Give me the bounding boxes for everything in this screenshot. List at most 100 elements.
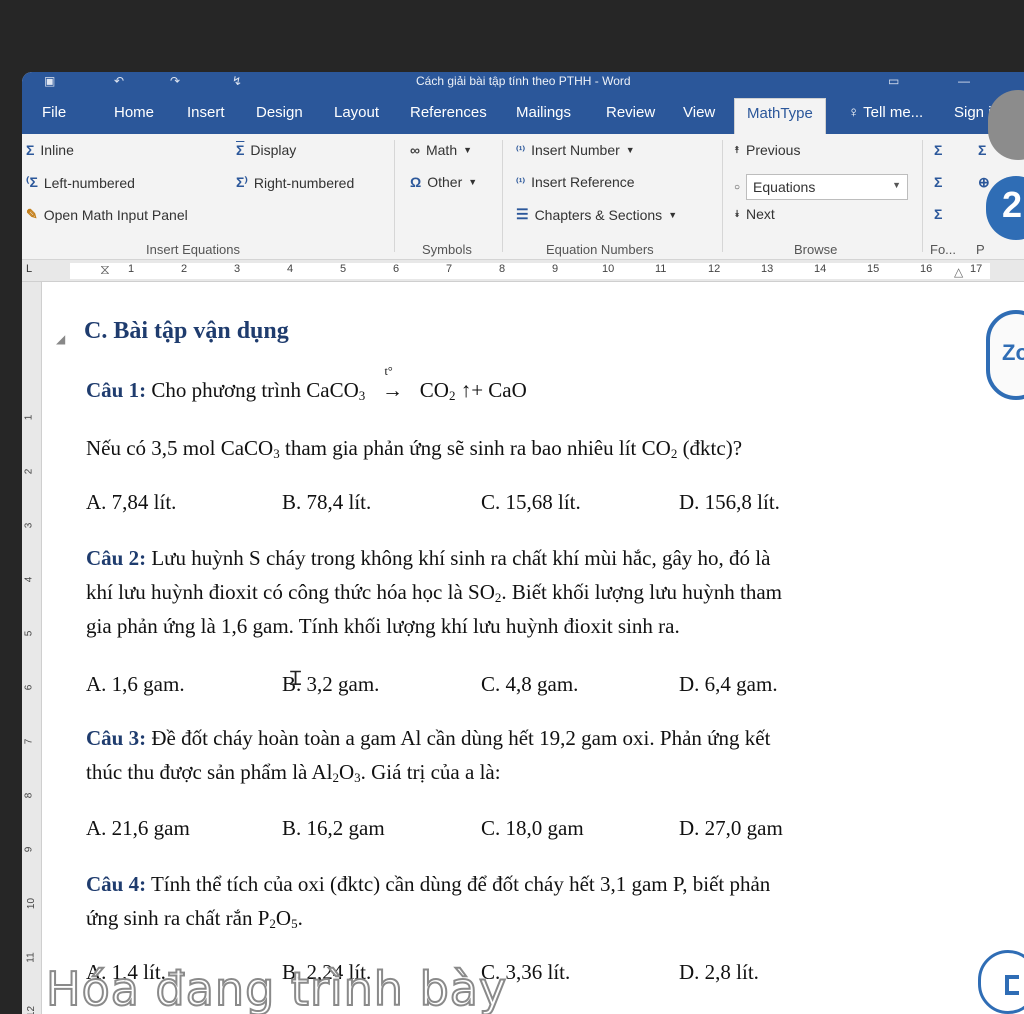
tab-mailings[interactable]: Mailings <box>516 104 571 121</box>
tab-layout[interactable]: Layout <box>334 104 379 121</box>
other-label: Other <box>427 174 463 190</box>
inline-label: Inline <box>40 142 74 158</box>
question-2-line-2: khí lưu huỳnh đioxit có công thức hóa họ… <box>86 580 782 606</box>
collapse-heading-icon[interactable]: ◢ <box>56 332 65 346</box>
question-3-label: Câu 3: <box>86 726 147 750</box>
sigma-icon: Σ <box>26 142 35 158</box>
q4-line2-part: O <box>275 906 292 930</box>
ruler-number: 2 <box>181 263 188 275</box>
vruler-number: 10 <box>26 897 38 910</box>
q1-option-b: B. 78,4 lít. <box>282 490 372 514</box>
question-2-line-3: gia phản ứng là 1,6 gam. Tính khối lượng… <box>86 614 680 638</box>
browse-target-select[interactable]: ○ Equations ▼ <box>734 174 909 200</box>
equations-value: Equations <box>753 179 816 195</box>
globe-icon[interactable]: ⊕ <box>978 174 990 191</box>
minimize-icon[interactable]: — <box>958 74 970 88</box>
q3-line1-text: Đề đốt cháy hoàn toàn a gam Al cần dùng … <box>146 726 771 750</box>
tab-insert[interactable]: Insert <box>187 104 225 121</box>
math-label: Math <box>425 142 458 158</box>
next-button[interactable]: ⯯ Next <box>734 206 775 222</box>
vruler-number: 6 <box>23 684 35 691</box>
left-numbered-label: Left-numbered <box>43 174 135 191</box>
dropdown-arrow-icon: ▼ <box>625 145 635 155</box>
q3-line2-part: O <box>338 760 355 784</box>
subscript: 3 <box>358 388 366 403</box>
q1-line2-part: (đktc)? <box>677 436 743 460</box>
insert-number-button[interactable]: ⁽¹⁾ Insert Number ▼ <box>516 142 635 158</box>
inline-button[interactable]: Σ Inline <box>26 142 74 158</box>
q2-line2-part: . Biết khối lượng lưu huỳnh tham <box>501 580 782 604</box>
q3-option-c: C. 18,0 gam <box>481 816 584 840</box>
indent-marker-icon[interactable]: ⧖ <box>100 261 110 278</box>
other-symbols-button[interactable]: Ω Other ▼ <box>410 174 477 190</box>
ribbon-separator <box>502 140 503 252</box>
format-equations-icon[interactable]: Σ <box>934 142 942 158</box>
word-window: ▣ ↶ ↷ ↯ Cách giải bài tập tính theo PTHH… <box>22 72 1024 1014</box>
previous-button[interactable]: ⯭ Previous <box>734 142 800 158</box>
tab-references[interactable]: References <box>410 104 487 121</box>
q3-option-b: B. 16,2 gam <box>282 816 385 840</box>
right-indent-marker-icon[interactable]: △ <box>954 265 963 279</box>
tab-mathtype[interactable]: MathType <box>734 98 826 134</box>
open-math-input-panel-button[interactable]: ✎ Open Math Input Panel <box>26 206 188 223</box>
convert-equations-icon[interactable]: Σ <box>934 174 942 190</box>
bracket-icon <box>1005 975 1019 995</box>
dropdown-arrow-icon: ▼ <box>892 180 902 190</box>
tab-review[interactable]: Review <box>606 104 655 121</box>
publish-icon[interactable]: Σ <box>978 142 986 158</box>
q2-line1-text: Lưu huỳnh S cháy trong không khí sinh ra… <box>146 546 771 570</box>
q4-option-d: D. 2,8 lít. <box>679 960 759 984</box>
vertical-ruler[interactable]: 1 2 3 4 5 6 7 8 9 10 11 12 <box>22 282 42 1014</box>
tab-design[interactable]: Design <box>256 104 303 121</box>
text-cursor-icon: Ɪ <box>290 666 302 690</box>
document-page[interactable]: ◢ C. Bài tập vận dụng Câu 1: Cho phương … <box>42 282 1024 1014</box>
q4-line2-part: ứng sinh ra chất rắn P <box>86 906 270 930</box>
tab-file[interactable]: File <box>42 104 66 121</box>
q1-option-d: D. 156,8 lít. <box>679 490 780 514</box>
product-rest: ↑+ CaO <box>460 378 527 402</box>
arrow-label: t° <box>384 364 393 378</box>
undo-icon[interactable]: ↶ <box>114 74 124 88</box>
zoom-app-badge: Zo <box>986 310 1024 400</box>
customize-quick-access-icon[interactable]: ↯ <box>232 74 242 88</box>
right-numbered-button[interactable]: Σ⁾ Right-numbered <box>236 174 354 191</box>
background-dark-area <box>0 0 1024 72</box>
q4-line1-text: Tính thể tích của oxi (đktc) cần dùng để… <box>146 872 771 896</box>
left-numbered-button[interactable]: ⁽Σ Left-numbered <box>26 174 135 191</box>
tab-selector-icon[interactable]: L <box>26 263 32 275</box>
tell-me-label: Tell me... <box>863 104 924 121</box>
tell-me-search[interactable]: ♀ Tell me... <box>848 104 923 121</box>
question-4-label: Câu 4: <box>86 872 147 896</box>
question-3-line-1: Câu 3: Đề đốt cháy hoàn toàn a gam Al cầ… <box>86 726 770 751</box>
title-bar: ▣ ↶ ↷ ↯ Cách giải bài tập tính theo PTHH… <box>22 72 1024 94</box>
export-equations-icon[interactable]: Σ <box>934 206 942 222</box>
math-symbols-button[interactable]: ∞ Math ▼ <box>410 142 472 158</box>
question-1-line-1: Câu 1: Cho phương trình CaCO3 t° → CO2 ↑+… <box>86 364 527 404</box>
ribbon-mathtype: Σ Inline Σ Display ⁽Σ Left-numbered Σ⁾ R… <box>22 134 1024 260</box>
ruler-number: 15 <box>867 263 880 275</box>
group-label-format: Fo... <box>930 242 957 257</box>
tab-home[interactable]: Home <box>114 104 154 121</box>
ruler-number: 10 <box>602 263 615 275</box>
infinity-icon: ∞ <box>410 142 420 158</box>
ruler-number: 14 <box>814 263 827 275</box>
ribbon-separator <box>922 140 923 252</box>
save-icon[interactable]: ▣ <box>44 74 55 88</box>
display-button[interactable]: Σ Display <box>236 142 296 158</box>
open-panel-label: Open Math Input Panel <box>43 206 188 223</box>
horizontal-ruler[interactable]: L 1 2 3 4 5 6 7 8 9 10 11 12 13 14 15 16… <box>22 260 1024 282</box>
reaction-arrow: t° → <box>382 364 403 402</box>
insert-reference-button[interactable]: ⁽¹⁾ Insert Reference <box>516 174 635 190</box>
group-label-symbols: Symbols <box>422 242 472 257</box>
ribbon-display-options-icon[interactable]: ▭ <box>888 74 899 88</box>
subscript: 2 <box>448 388 456 403</box>
equations-dropdown[interactable]: Equations ▼ <box>746 174 909 200</box>
math-input-panel-icon: ✎ <box>26 206 38 222</box>
redo-icon[interactable]: ↷ <box>170 74 180 88</box>
ruler-number: 1 <box>128 263 135 275</box>
question-3-line-2: thúc thu được sản phẩm là Al2O3. Giá trị… <box>86 760 501 786</box>
chapters-sections-button[interactable]: ☰ Chapters & Sections ▼ <box>516 206 677 223</box>
ribbon-tabs: File Home Insert Design Layout Reference… <box>22 94 1024 134</box>
tab-view[interactable]: View <box>683 104 715 121</box>
sigma-display-icon: Σ <box>236 142 245 158</box>
